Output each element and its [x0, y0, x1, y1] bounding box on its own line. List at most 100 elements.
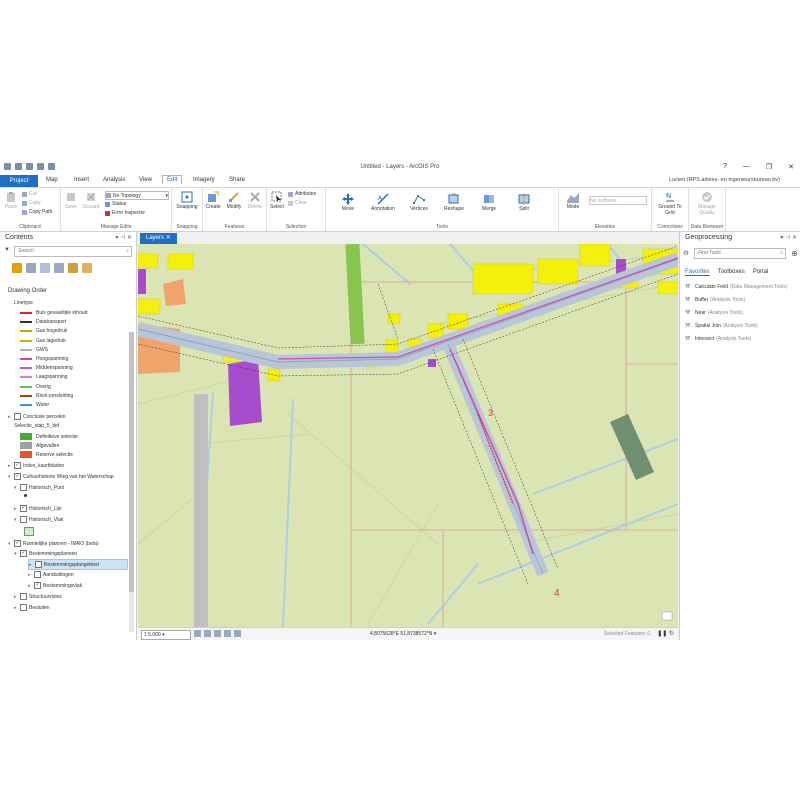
manage-quality-button[interactable]: Manage Quality [691, 191, 723, 216]
list-by-snapping-icon[interactable] [68, 263, 78, 273]
maximize-button[interactable]: ❐ [766, 163, 772, 171]
scrollbar-thumb[interactable] [129, 332, 134, 592]
tab-map[interactable]: Map [46, 177, 58, 183]
attributes-button[interactable]: Attributes [288, 191, 316, 197]
visibility-checkbox[interactable]: ✓ [20, 505, 27, 512]
move-tool-button[interactable]: Move [334, 193, 362, 212]
layer-structuurvisies[interactable]: ▸ Structuurvisies [14, 593, 62, 600]
visibility-checkbox[interactable] [20, 593, 27, 600]
favorite-tool-item[interactable]: ⚒ Calculate Field (Data Management Tools) [685, 284, 788, 290]
tab-portal[interactable]: Portal [753, 269, 769, 276]
error-inspector-button[interactable]: Error Inspector [105, 210, 145, 216]
clear-selection-button[interactable]: Clear [288, 200, 307, 206]
tab-share[interactable]: Share [229, 177, 245, 183]
minimize-button[interactable]: — [743, 163, 750, 171]
full-extent-icon[interactable] [224, 630, 231, 637]
list-by-editing-icon[interactable] [54, 263, 64, 273]
ground-to-grid-button[interactable]: N Ground To Grid [654, 191, 686, 216]
topology-dropdown[interactable]: No Topology ▾ [105, 191, 169, 200]
visibility-checkbox[interactable]: ✓ [20, 550, 27, 557]
visibility-checkbox[interactable] [20, 604, 27, 611]
find-tools-input[interactable]: Find Tools ⌕ [694, 248, 786, 259]
visibility-checkbox[interactable]: ✓ [14, 473, 21, 480]
visibility-checkbox[interactable] [20, 484, 27, 491]
list-by-source-icon[interactable] [26, 263, 36, 273]
layer-besluiten[interactable]: ▸ Besluiten [14, 604, 50, 611]
visibility-checkbox[interactable]: ✓ [34, 582, 41, 589]
tab-project[interactable]: Project [0, 175, 38, 187]
pause-refresh-icons[interactable]: ❚❚ ↻ [657, 630, 674, 637]
map-view[interactable]: 3 4 [138, 244, 678, 627]
layer-ruimtelijke-plannen[interactable]: ▾ ✓ Ruimtelijke plannen - IMRO (beta) [8, 540, 99, 547]
map-canvas[interactable]: 3 4 [138, 244, 678, 627]
tab-favorites[interactable]: Favorites [685, 269, 710, 276]
visibility-checkbox[interactable]: ✓ [14, 462, 21, 469]
pane-options-icon[interactable]: ▾ ⊣ ✕ [780, 232, 797, 244]
coordinate-readout[interactable]: 4,8075628°E 51,8738572°N ▾ [370, 631, 436, 637]
select-button[interactable]: Select [268, 191, 286, 210]
layer-bestemmingsplannen[interactable]: ▾ ✓ Bestemmingsplannen [14, 550, 77, 557]
favorite-tool-item[interactable]: ⚒ Near (Analysis Tools) [685, 310, 743, 316]
visibility-checkbox[interactable] [20, 516, 27, 523]
copy-path-button[interactable]: Copy Path [22, 209, 52, 215]
favorite-tool-item[interactable]: ⚒ Buffer (Analysis Tools) [685, 297, 745, 303]
annotation-tool-button[interactable]: A Annotation [366, 193, 400, 212]
list-by-drawing-order-icon[interactable] [12, 263, 22, 273]
visibility-checkbox[interactable]: ✓ [14, 540, 21, 547]
delete-button[interactable]: Delete [245, 191, 265, 210]
split-tool-button[interactable]: Split [512, 193, 536, 212]
close-button[interactable]: ✕ [788, 163, 794, 171]
list-by-selection-icon[interactable] [40, 263, 50, 273]
tab-imagery[interactable]: Imagery [193, 177, 215, 183]
tab-analysis[interactable]: Analysis [103, 177, 125, 183]
snapping-button[interactable]: Snapping [174, 191, 200, 210]
layer-historisch-vlak[interactable]: ▾ Historisch_Vlak [14, 516, 63, 523]
copy-button[interactable]: Copy [22, 200, 41, 206]
layer-conclusie-percelen[interactable]: ▸ Conclusie percelen [8, 413, 66, 420]
tab-toolboxes[interactable]: Toolboxes [718, 269, 745, 276]
layer-bestemmingsvlak[interactable]: ▸ ✓ Bestemmingsvlak [28, 582, 82, 589]
surface-dropdown[interactable]: No surfaces [589, 196, 647, 205]
elevation-mode-button[interactable]: Mode [561, 191, 585, 210]
layer-historisch-punt[interactable]: ▾ Historisch_Punt [14, 484, 64, 491]
contents-scrollbar[interactable] [129, 332, 134, 632]
cut-button[interactable]: Cut [22, 191, 37, 197]
favorite-tool-item[interactable]: ⚒ Intersect (Analysis Tools) [685, 336, 751, 342]
modify-button[interactable]: Modify [224, 191, 244, 210]
fixed-zoom-out-icon[interactable] [204, 630, 211, 637]
filter-icon[interactable]: ▼ [4, 247, 10, 253]
fixed-zoom-icon[interactable] [194, 630, 201, 637]
scale-dropdown[interactable]: 1:5.000 ▾ [141, 630, 191, 640]
merge-tool-button[interactable]: Merge [474, 193, 504, 212]
tab-edit[interactable]: Edit [162, 175, 183, 184]
pane-options-icon[interactable]: ▾ ⊣ ✕ [115, 232, 132, 244]
list-by-labeling-icon[interactable] [82, 263, 92, 273]
create-button[interactable]: Create [204, 191, 222, 210]
favorite-tool-item[interactable]: ⚒ Spatial Join (Analysis Tools) [685, 323, 758, 329]
visibility-checkbox[interactable] [14, 413, 21, 420]
tab-layers-map[interactable]: Layers ✕ [140, 233, 177, 244]
close-tab-icon[interactable]: ✕ [166, 235, 171, 241]
back-icon[interactable]: ⊖ [683, 249, 689, 257]
layer-aanduidingen[interactable]: ▸ Aanduidingen [28, 571, 74, 578]
discard-edits-button[interactable]: Discard [81, 191, 101, 210]
visibility-checkbox[interactable] [35, 561, 42, 568]
vertices-tool-button[interactable]: Vertices [404, 193, 434, 212]
tab-insert[interactable]: Insert [74, 177, 89, 183]
paste-button[interactable]: Paste [3, 191, 19, 210]
contents-search-input[interactable]: Search ⌕ [14, 246, 132, 257]
add-icon[interactable]: ⊕ [791, 249, 798, 258]
layer-bestemmingsplangebied[interactable]: ▸ Bestemmingsplangebied [28, 559, 128, 570]
tab-view[interactable]: View [139, 177, 152, 183]
map-navigator-icon[interactable] [661, 611, 673, 621]
help-button[interactable]: ? [723, 163, 727, 171]
reshape-tool-button[interactable]: Reshape [438, 193, 470, 212]
status-button[interactable]: Status [105, 201, 126, 207]
visibility-checkbox[interactable] [34, 571, 41, 578]
grid-icon[interactable] [214, 630, 221, 637]
layer-historisch-lijn[interactable]: ▸ ✓ Historisch_Lijn [14, 505, 62, 512]
save-edits-button[interactable]: Save [63, 191, 79, 210]
layer-index-kaartbladen[interactable]: ▸ ✓ Index_kaartbladen [8, 462, 64, 469]
layer-cultuurhistorie[interactable]: ▾ ✓ Cultuurhistorie Wleg van het Waterscha… [8, 473, 114, 480]
speaker-icon[interactable] [234, 630, 241, 637]
